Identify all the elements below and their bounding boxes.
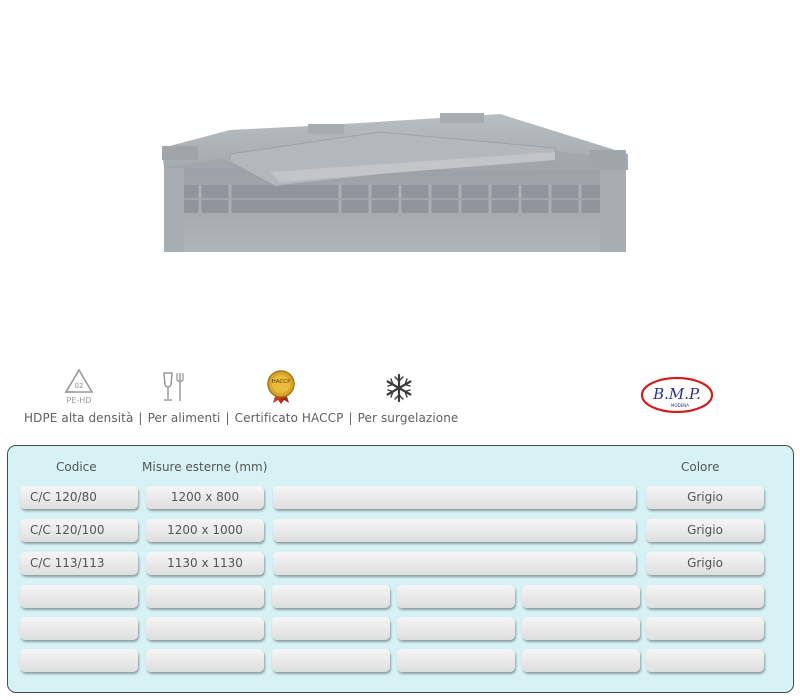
bmp-logo: B.M.P. MODENA xyxy=(640,376,714,414)
row-3-size: 1130 x 1130 xyxy=(146,552,264,575)
product-table: Codice Misure esterne (mm) Colore C/C 12… xyxy=(7,445,794,693)
empty-cell xyxy=(20,617,138,640)
empty-cell xyxy=(522,649,640,672)
header-code: Codice xyxy=(56,460,97,474)
features-line: HDPE alta densità | Per alimenti | Certifica… xyxy=(24,411,458,425)
separator: | xyxy=(138,411,143,425)
feature-frozen: Per surgelazione xyxy=(357,411,459,425)
recycle-code: 02 xyxy=(75,382,84,390)
empty-cell xyxy=(522,617,640,640)
empty-cell xyxy=(146,585,264,608)
row-3-empty xyxy=(273,552,636,575)
logo-subtext: MODENA xyxy=(671,403,689,408)
empty-cell xyxy=(20,585,138,608)
empty-cell xyxy=(397,649,515,672)
empty-cell xyxy=(646,649,764,672)
empty-cell xyxy=(272,585,390,608)
logo-text: B.M.P. xyxy=(652,385,701,403)
empty-cell xyxy=(272,617,390,640)
separator: | xyxy=(348,411,353,425)
row-2-empty xyxy=(273,519,636,542)
row-1-color: Grigio xyxy=(646,486,764,509)
empty-cell xyxy=(646,585,764,608)
row-2-code: C/C 120/100 xyxy=(20,519,138,542)
header-color: Colore xyxy=(681,460,720,474)
empty-cell xyxy=(646,617,764,640)
empty-cell xyxy=(272,649,390,672)
separator: | xyxy=(225,411,230,425)
snowflake-icon xyxy=(386,373,412,403)
haccp-label: HACCP xyxy=(272,379,291,385)
empty-cell xyxy=(146,649,264,672)
empty-cell xyxy=(397,585,515,608)
recycle-material: PE-HD xyxy=(67,396,92,405)
row-2-color: Grigio xyxy=(646,519,764,542)
row-1-empty xyxy=(273,486,636,509)
feature-food: Per alimenti xyxy=(147,411,221,425)
row-2-size: 1200 x 1000 xyxy=(146,519,264,542)
row-1-code: C/C 120/80 xyxy=(20,486,138,509)
feature-hdpe: HDPE alta densità xyxy=(24,411,134,425)
row-1-size: 1200 x 800 xyxy=(146,486,264,509)
product-container-image xyxy=(162,113,628,252)
empty-cell xyxy=(20,649,138,672)
empty-cell xyxy=(522,585,640,608)
food-safe-icon xyxy=(163,372,184,401)
haccp-seal-icon: HACCP xyxy=(267,370,295,404)
recycle-pe-hd-icon: 02 PE-HD xyxy=(64,368,94,405)
row-3-code: C/C 113/113 xyxy=(20,552,138,575)
header-size: Misure esterne (mm) xyxy=(142,460,268,474)
feature-haccp: Certificato HACCP xyxy=(234,411,344,425)
empty-cell xyxy=(397,617,515,640)
row-3-color: Grigio xyxy=(646,552,764,575)
empty-cell xyxy=(146,617,264,640)
